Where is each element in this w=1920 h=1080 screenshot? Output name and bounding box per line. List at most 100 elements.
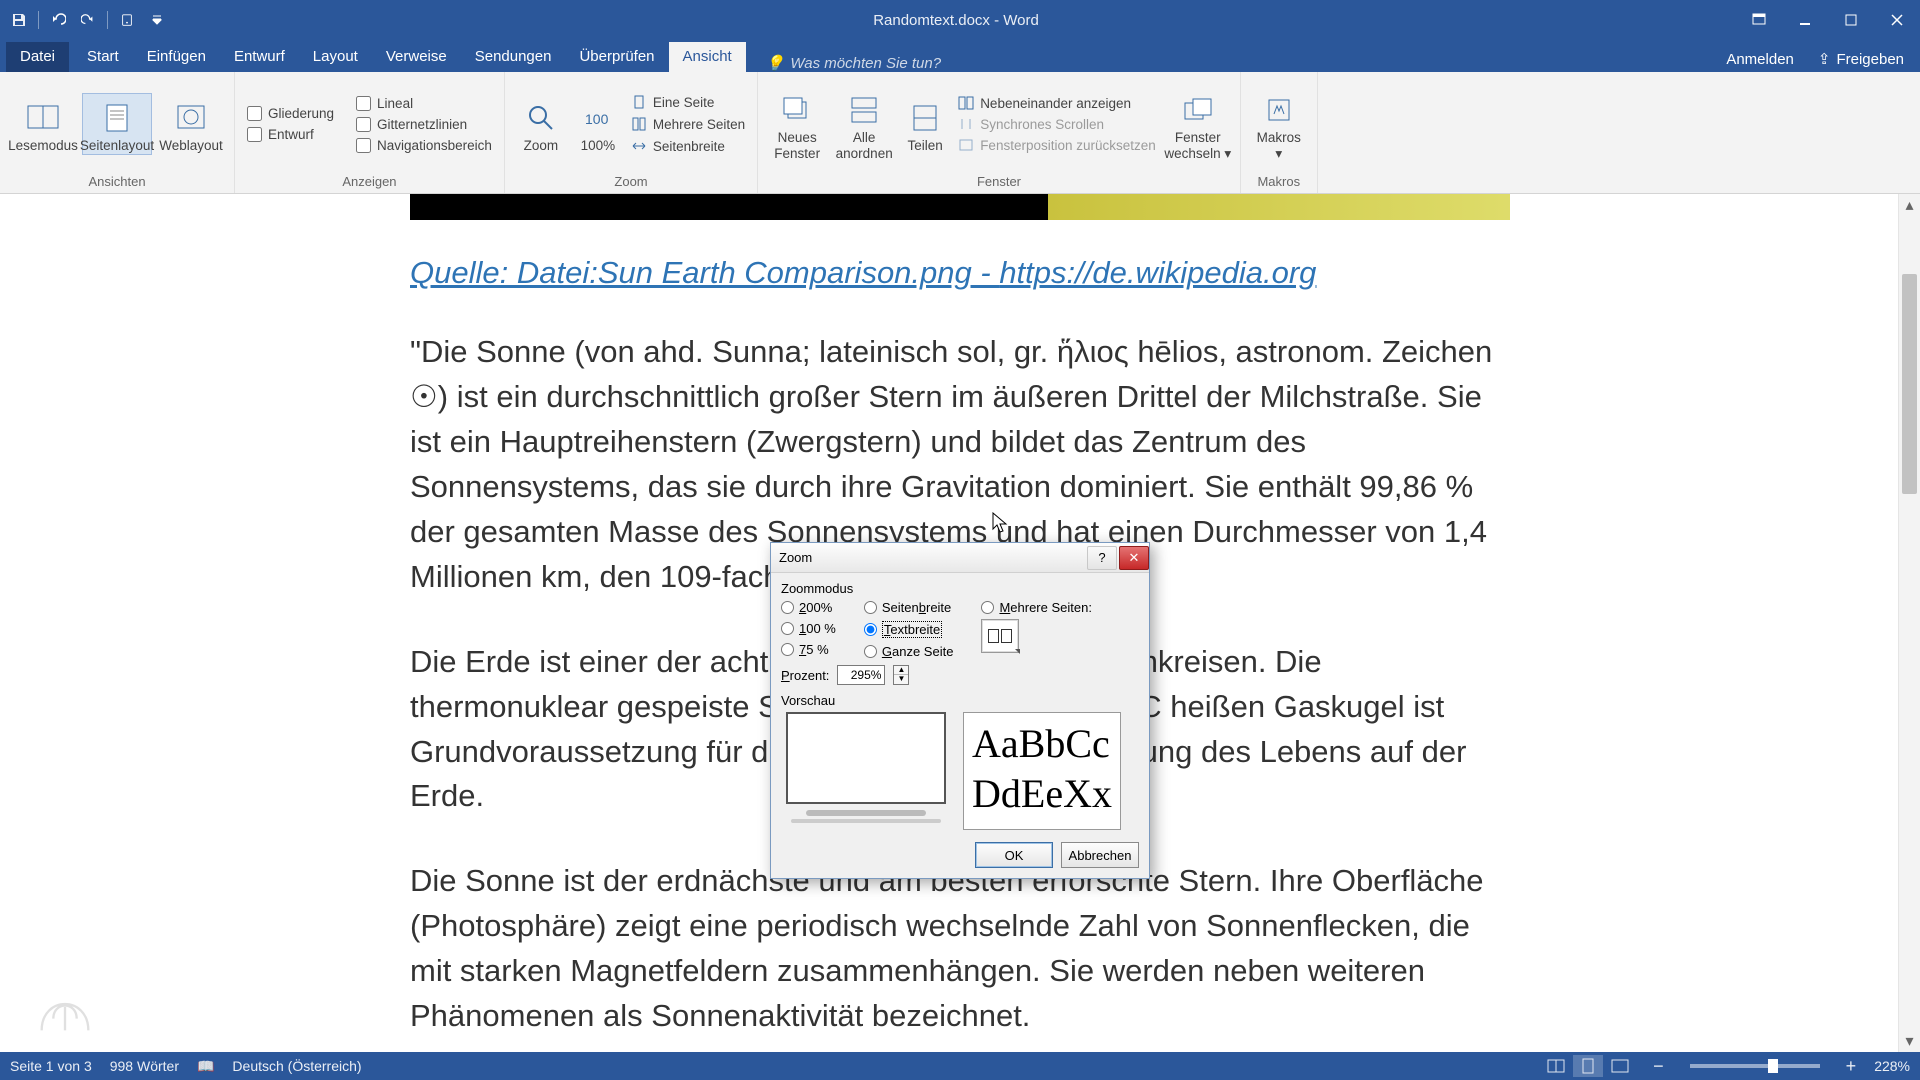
cancel-button[interactable]: Abbrechen [1061,842,1139,868]
tab-view[interactable]: Ansicht [669,42,746,72]
tab-layout[interactable]: Layout [299,42,372,72]
page-width-radio[interactable]: Seitenbreite [864,600,954,615]
dialog-help-icon[interactable]: ? [1087,546,1117,570]
zoom-label: Zoom [524,138,559,154]
multi-page-button[interactable]: Mehrere Seiten [631,116,745,132]
touch-mode-icon[interactable] [116,9,138,31]
ribbon-display-icon[interactable] [1736,0,1782,40]
zoom-slider-knob[interactable] [1768,1059,1778,1073]
zoom-100-button[interactable]: 100100% [573,94,623,154]
close-icon[interactable] [1874,0,1920,40]
zoom-button[interactable]: Zoom [513,94,569,154]
read-view-icon[interactable] [1541,1055,1571,1077]
group-macros: Makros▾ Makros [1241,72,1318,193]
print-view-icon[interactable] [1573,1055,1603,1077]
window-title: Randomtext.docx - Word [176,12,1736,29]
scroll-thumb[interactable] [1902,274,1917,494]
share-icon: ⇪ [1818,50,1831,68]
draft-checkbox[interactable]: Entwurf [247,127,334,142]
side-by-side-button[interactable]: Nebeneinander anzeigen [958,96,1156,111]
view-buttons [1541,1055,1635,1077]
caption-link[interactable]: https://de.wikipedia.org [999,255,1316,290]
minimize-icon[interactable] [1782,0,1828,40]
switch-windows-button[interactable]: Fenster wechseln ▾ [1164,86,1232,162]
save-icon[interactable] [8,9,30,31]
web-layout-button[interactable]: Weblayout [156,94,226,154]
macros-button[interactable]: Makros▾ [1249,86,1309,162]
zoom-200-radio[interactable]: 200% [781,600,836,615]
maximize-icon[interactable] [1828,0,1874,40]
switch-windows-label: Fenster wechseln ▾ [1164,130,1232,162]
document-area: Quelle: Datei:Sun Earth Comparison.png -… [0,194,1920,1052]
ribbon-tabs: Datei Start Einfügen Entwurf Layout Verw… [0,40,1920,72]
page-width-icon [631,138,647,154]
percent-input[interactable] [837,665,885,685]
tab-insert[interactable]: Einfügen [133,42,220,72]
print-layout-button[interactable]: Seitenlayout [82,93,152,155]
read-mode-button[interactable]: Lesemodus [8,94,78,154]
group-window: Neues Fenster Alle anordnen Teilen Neben… [758,72,1241,193]
arrange-all-button[interactable]: Alle anordnen [832,86,896,162]
group-zoom: Zoom 100100% Eine Seite Mehrere Seiten S… [505,72,758,193]
group-window-label: Fenster [758,172,1240,193]
tab-review[interactable]: Überprüfen [565,42,668,72]
zoom-100-radio[interactable]: 100 % [781,621,836,636]
print-layout-label: Seitenlayout [80,138,154,154]
text-width-radio-label: Textbreite [882,621,942,638]
share-button[interactable]: ⇪ Freigeben [1808,46,1914,72]
outline-checkbox[interactable]: Gliederung [247,106,334,121]
tab-design[interactable]: Entwurf [220,42,299,72]
group-show: Gliederung Entwurf Lineal Gitternetzlini… [235,72,505,193]
tab-mailings[interactable]: Sendungen [461,42,566,72]
page-width-button[interactable]: Seitenbreite [631,138,745,154]
print-layout-icon [97,100,137,136]
draft-label: Entwurf [268,127,314,142]
zoom-out-button[interactable]: − [1653,1056,1664,1077]
gridlines-checkbox[interactable]: Gitternetzlinien [356,117,492,132]
svg-text:100: 100 [585,111,609,127]
spellcheck-icon[interactable]: 📖 [197,1058,214,1075]
whole-page-radio-label: Ganze Seite [882,644,954,659]
one-page-icon [631,94,647,110]
word-count[interactable]: 998 Wörter [110,1058,179,1074]
navpane-checkbox[interactable]: Navigationsbereich [356,138,492,153]
tab-file[interactable]: Datei [6,42,69,72]
scroll-up-icon[interactable]: ▴ [1899,194,1920,216]
dialog-close-icon[interactable]: ✕ [1119,546,1149,570]
zoom-75-radio[interactable]: 75 % [781,642,836,657]
zoom-level[interactable]: 228% [1874,1058,1910,1074]
tell-me-placeholder: Was möchten Sie tun? [790,55,941,72]
qat-customize-icon[interactable] [146,9,168,31]
multi-pages-picker[interactable] [981,619,1019,653]
tab-start[interactable]: Start [73,42,133,72]
ruler-checkbox[interactable]: Lineal [356,96,492,111]
whole-page-radio[interactable]: Ganze Seite [864,644,954,659]
web-view-icon[interactable] [1605,1055,1635,1077]
zoom-100-radio-label: 100 % [799,621,836,636]
language-indicator[interactable]: Deutsch (Österreich) [232,1058,361,1074]
dialog-titlebar[interactable]: Zoom ? ✕ [771,543,1149,573]
multi-page-label: Mehrere Seiten [653,117,745,132]
group-views: Lesemodus Seitenlayout Weblayout Ansicht… [0,72,235,193]
text-width-radio[interactable]: Textbreite [864,621,954,638]
redo-icon[interactable] [77,9,99,31]
scroll-down-icon[interactable]: ▾ [1899,1030,1920,1052]
sync-scroll-icon [958,117,974,131]
undo-icon[interactable] [47,9,69,31]
page-indicator[interactable]: Seite 1 von 3 [10,1058,92,1074]
one-page-button[interactable]: Eine Seite [631,94,745,110]
split-button[interactable]: Teilen [900,94,950,154]
signin-button[interactable]: Anmelden [1716,47,1804,72]
tell-me-search[interactable]: 💡 Was möchten Sie tun? [766,54,941,72]
tab-references[interactable]: Verweise [372,42,461,72]
multi-pages-radio[interactable]: Mehrere Seiten: [981,600,1092,615]
navpane-label: Navigationsbereich [377,138,492,153]
zoom-in-button[interactable]: + [1846,1056,1857,1077]
reset-position-label: Fensterposition zurücksetzen [980,138,1156,153]
percent-spinner[interactable]: ▲▼ [893,665,909,685]
spin-down-icon[interactable]: ▼ [894,675,908,684]
vertical-scrollbar[interactable]: ▴ ▾ [1898,194,1920,1052]
ok-button[interactable]: OK [975,842,1053,868]
new-window-button[interactable]: Neues Fenster [766,86,828,162]
zoom-slider[interactable] [1690,1064,1820,1068]
